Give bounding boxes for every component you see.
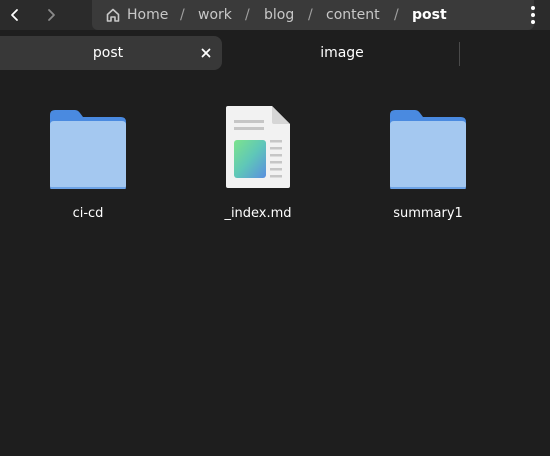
tab-close-button[interactable] <box>198 45 214 61</box>
tab-image-label: image <box>320 45 364 61</box>
kebab-menu-icon <box>531 6 535 10</box>
breadcrumb-current[interactable]: post <box>412 0 447 30</box>
main-menu-button[interactable] <box>524 0 542 30</box>
file-name: _index.md <box>224 206 292 221</box>
chevron-right-icon <box>48 9 55 21</box>
breadcrumb: Home / work / blog / content / post <box>92 0 534 30</box>
folder-icon <box>48 102 128 192</box>
tab-divider <box>459 42 460 66</box>
forward-button[interactable] <box>36 0 66 30</box>
home-icon <box>106 8 120 22</box>
file-item-ci-cd[interactable]: ci-cd <box>28 102 148 221</box>
breadcrumb-separator: / <box>180 7 185 23</box>
tab-post[interactable]: post <box>0 36 222 70</box>
breadcrumb-separator: / <box>308 7 313 23</box>
tab-post-label: post <box>92 45 124 61</box>
kebab-dot <box>531 20 535 24</box>
header-bar: Home / work / blog / content / post <box>0 0 550 30</box>
folder-icon <box>388 102 468 192</box>
file-item-summary1[interactable]: summary1 <box>368 102 488 221</box>
breadcrumb-home-label: Home <box>127 7 169 23</box>
kebab-dot <box>531 13 535 17</box>
file-name: ci-cd <box>72 206 104 221</box>
breadcrumb-blog[interactable]: blog <box>264 0 294 30</box>
breadcrumb-home[interactable]: Home <box>105 0 168 30</box>
breadcrumb-separator: / <box>245 7 250 23</box>
markdown-file-icon <box>218 102 298 192</box>
tab-bar: post image <box>0 36 550 72</box>
close-icon <box>201 48 211 58</box>
file-item-index-md[interactable]: _index.md <box>198 102 318 221</box>
breadcrumb-content[interactable]: content <box>326 0 380 30</box>
breadcrumb-separator: / <box>394 7 399 23</box>
chevron-left-icon <box>11 9 18 21</box>
back-button[interactable] <box>0 0 30 30</box>
file-name: summary1 <box>393 206 463 221</box>
breadcrumb-work[interactable]: work <box>198 0 232 30</box>
tab-image[interactable]: image <box>232 36 456 70</box>
file-manager-window: Home / work / blog / content / post post <box>0 0 550 456</box>
